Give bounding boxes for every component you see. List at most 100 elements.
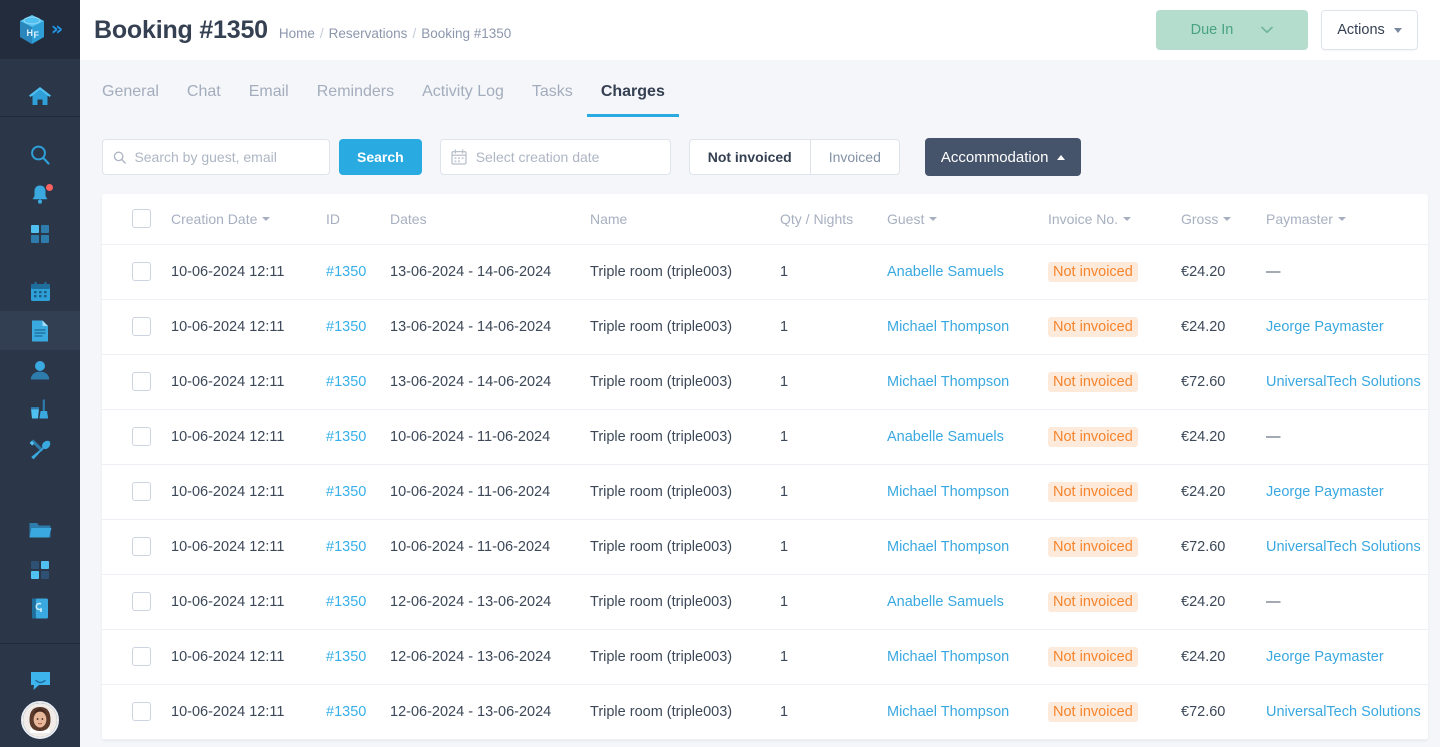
table-row[interactable]: 10-06-2024 12:11 #1350 12-06-2024 - 13-06-… <box>102 684 1428 740</box>
sidebar-item-knowledge[interactable] <box>0 589 80 628</box>
table-row[interactable]: 10-06-2024 12:11 #1350 10-06-2024 - 11-06-… <box>102 464 1428 520</box>
tab-tasks[interactable]: Tasks <box>518 83 587 117</box>
guest-link[interactable]: Michael Thompson <box>887 539 1009 555</box>
table-row[interactable]: 10-06-2024 12:11 #1350 12-06-2024 - 13-06-… <box>102 629 1428 685</box>
sidebar-item-housekeeping[interactable] <box>0 390 80 429</box>
row-checkbox[interactable] <box>132 482 151 501</box>
table-row[interactable]: 10-06-2024 12:11 #1350 13-06-2024 - 14-06-… <box>102 299 1428 355</box>
actions-button[interactable]: Actions <box>1321 10 1418 50</box>
table-body: 10-06-2024 12:11 #1350 13-06-2024 - 14-06-… <box>102 244 1428 740</box>
search-input[interactable] <box>134 149 319 165</box>
paymaster-link[interactable]: UniversalTech Solutions <box>1266 374 1421 390</box>
guest-link[interactable]: Anabelle Samuels <box>887 264 1004 280</box>
cell-creation-date: 10-06-2024 12:11 <box>171 629 326 685</box>
booking-id-link[interactable]: #1350 <box>326 484 366 500</box>
row-checkbox[interactable] <box>132 427 151 446</box>
guest-link[interactable]: Michael Thompson <box>887 484 1009 500</box>
row-checkbox[interactable] <box>132 537 151 556</box>
sidebar-item-files[interactable] <box>0 510 80 549</box>
search-button[interactable]: Search <box>339 139 422 175</box>
cell-name: Triple room (triple003) <box>590 244 780 300</box>
row-select-cell <box>102 574 171 630</box>
booking-id-link[interactable]: #1350 <box>326 539 366 555</box>
booking-id-link[interactable]: #1350 <box>326 319 366 335</box>
table-row[interactable]: 10-06-2024 12:11 #1350 13-06-2024 - 14-06-… <box>102 244 1428 300</box>
row-checkbox[interactable] <box>132 647 151 666</box>
qty-nights-value: 1 <box>780 318 789 335</box>
row-checkbox[interactable] <box>132 592 151 611</box>
select-all-checkbox[interactable] <box>132 209 151 229</box>
tab-charges[interactable]: Charges <box>586 83 679 117</box>
row-checkbox[interactable] <box>132 317 151 336</box>
tab-email[interactable]: Email <box>235 83 303 117</box>
col-guest: Guest <box>887 194 1048 245</box>
booking-id-link[interactable]: #1350 <box>326 704 366 720</box>
app-logo[interactable]: H F » <box>0 0 80 60</box>
gross-value: €24.20 <box>1181 318 1226 335</box>
sidebar-item-reservations[interactable] <box>0 310 80 351</box>
sidebar-item-notifications[interactable] <box>0 175 80 214</box>
table-row[interactable]: 10-06-2024 12:11 #1350 10-06-2024 - 11-06-… <box>102 409 1428 465</box>
gross-value: €24.20 <box>1181 428 1226 445</box>
breadcrumb-separator: / <box>319 25 324 41</box>
cell-qty: 1 <box>780 299 887 355</box>
accommodation-dropdown-button[interactable]: Accommodation <box>924 138 1082 176</box>
cell-paymaster: UniversalTech Solutions <box>1266 519 1428 575</box>
booking-id-link[interactable]: #1350 <box>326 594 366 610</box>
paymaster-link[interactable]: UniversalTech Solutions <box>1266 539 1421 555</box>
dates-value: 13-06-2024 - 14-06-2024 <box>390 263 552 280</box>
col-label: Guest <box>887 210 925 227</box>
table-row[interactable]: 10-06-2024 12:11 #1350 10-06-2024 - 11-06-… <box>102 519 1428 575</box>
table-row[interactable]: 10-06-2024 12:11 #1350 12-06-2024 - 13-06-… <box>102 574 1428 630</box>
sidebar-item-apps[interactable] <box>0 214 80 253</box>
tab-activity-log[interactable]: Activity Log <box>408 83 518 117</box>
booking-id-link[interactable]: #1350 <box>326 649 366 665</box>
paymaster-link[interactable]: Jeorge Paymaster <box>1266 649 1384 665</box>
sidebar-item-search[interactable] <box>0 135 80 174</box>
creation-date-picker[interactable]: Select creation date <box>439 139 671 175</box>
guest-link[interactable]: Michael Thompson <box>887 374 1009 390</box>
tab-general[interactable]: General <box>102 83 173 117</box>
booking-id-link[interactable]: #1350 <box>326 374 366 390</box>
dates-value: 13-06-2024 - 14-06-2024 <box>390 318 552 335</box>
guest-link[interactable]: Michael Thompson <box>887 649 1009 665</box>
double-chevron-right-icon[interactable]: » <box>51 20 63 39</box>
paymaster-link[interactable]: Jeorge Paymaster <box>1266 319 1384 335</box>
chevron-up-icon <box>1057 154 1066 160</box>
sidebar-item-guests[interactable] <box>0 350 80 389</box>
cell-invoice-no: Not invoiced <box>1048 409 1181 465</box>
sort-invoice-no[interactable]: Invoice No. <box>1048 211 1132 227</box>
guest-link[interactable]: Michael Thompson <box>887 704 1009 720</box>
booking-id-link[interactable]: #1350 <box>326 429 366 445</box>
row-checkbox[interactable] <box>132 262 151 281</box>
sort-creation-date[interactable]: Creation Date <box>171 211 271 227</box>
sort-paymaster[interactable]: Paymaster <box>1266 211 1346 227</box>
avatar[interactable] <box>21 700 59 739</box>
toggle-invoiced[interactable]: Invoiced <box>809 139 900 175</box>
toggle-not-invoiced[interactable]: Not invoiced <box>688 139 810 175</box>
tab-chat[interactable]: Chat <box>173 83 235 117</box>
row-select-cell <box>102 464 171 520</box>
paymaster-link[interactable]: UniversalTech Solutions <box>1266 704 1421 720</box>
row-select-cell <box>102 299 171 355</box>
sort-guest[interactable]: Guest <box>887 210 938 227</box>
status-dropdown-button[interactable]: Due In <box>1156 10 1308 50</box>
sidebar-item-calendar[interactable] <box>0 272 80 311</box>
sidebar-item-chat[interactable] <box>0 662 80 701</box>
breadcrumb-item-reservations[interactable]: Reservations <box>329 26 408 41</box>
booking-id-link[interactable]: #1350 <box>326 264 366 280</box>
guest-link[interactable]: Anabelle Samuels <box>887 594 1004 610</box>
table-row[interactable]: 10-06-2024 12:11 #1350 13-06-2024 - 14-06-… <box>102 354 1428 410</box>
row-checkbox[interactable] <box>132 372 151 391</box>
breadcrumb-item-home[interactable]: Home <box>279 26 315 41</box>
sidebar-item-widgets[interactable] <box>0 550 80 589</box>
guest-link[interactable]: Michael Thompson <box>887 319 1009 335</box>
sort-gross[interactable]: Gross <box>1181 211 1232 227</box>
guest-link[interactable]: Anabelle Samuels <box>887 429 1004 445</box>
row-checkbox[interactable] <box>132 702 151 721</box>
sidebar-item-maintenance[interactable] <box>0 429 80 468</box>
tab-reminders[interactable]: Reminders <box>303 83 408 117</box>
paymaster-link[interactable]: Jeorge Paymaster <box>1266 484 1384 500</box>
sidebar-item-home[interactable] <box>0 77 80 116</box>
cell-gross: €24.20 <box>1181 464 1266 520</box>
